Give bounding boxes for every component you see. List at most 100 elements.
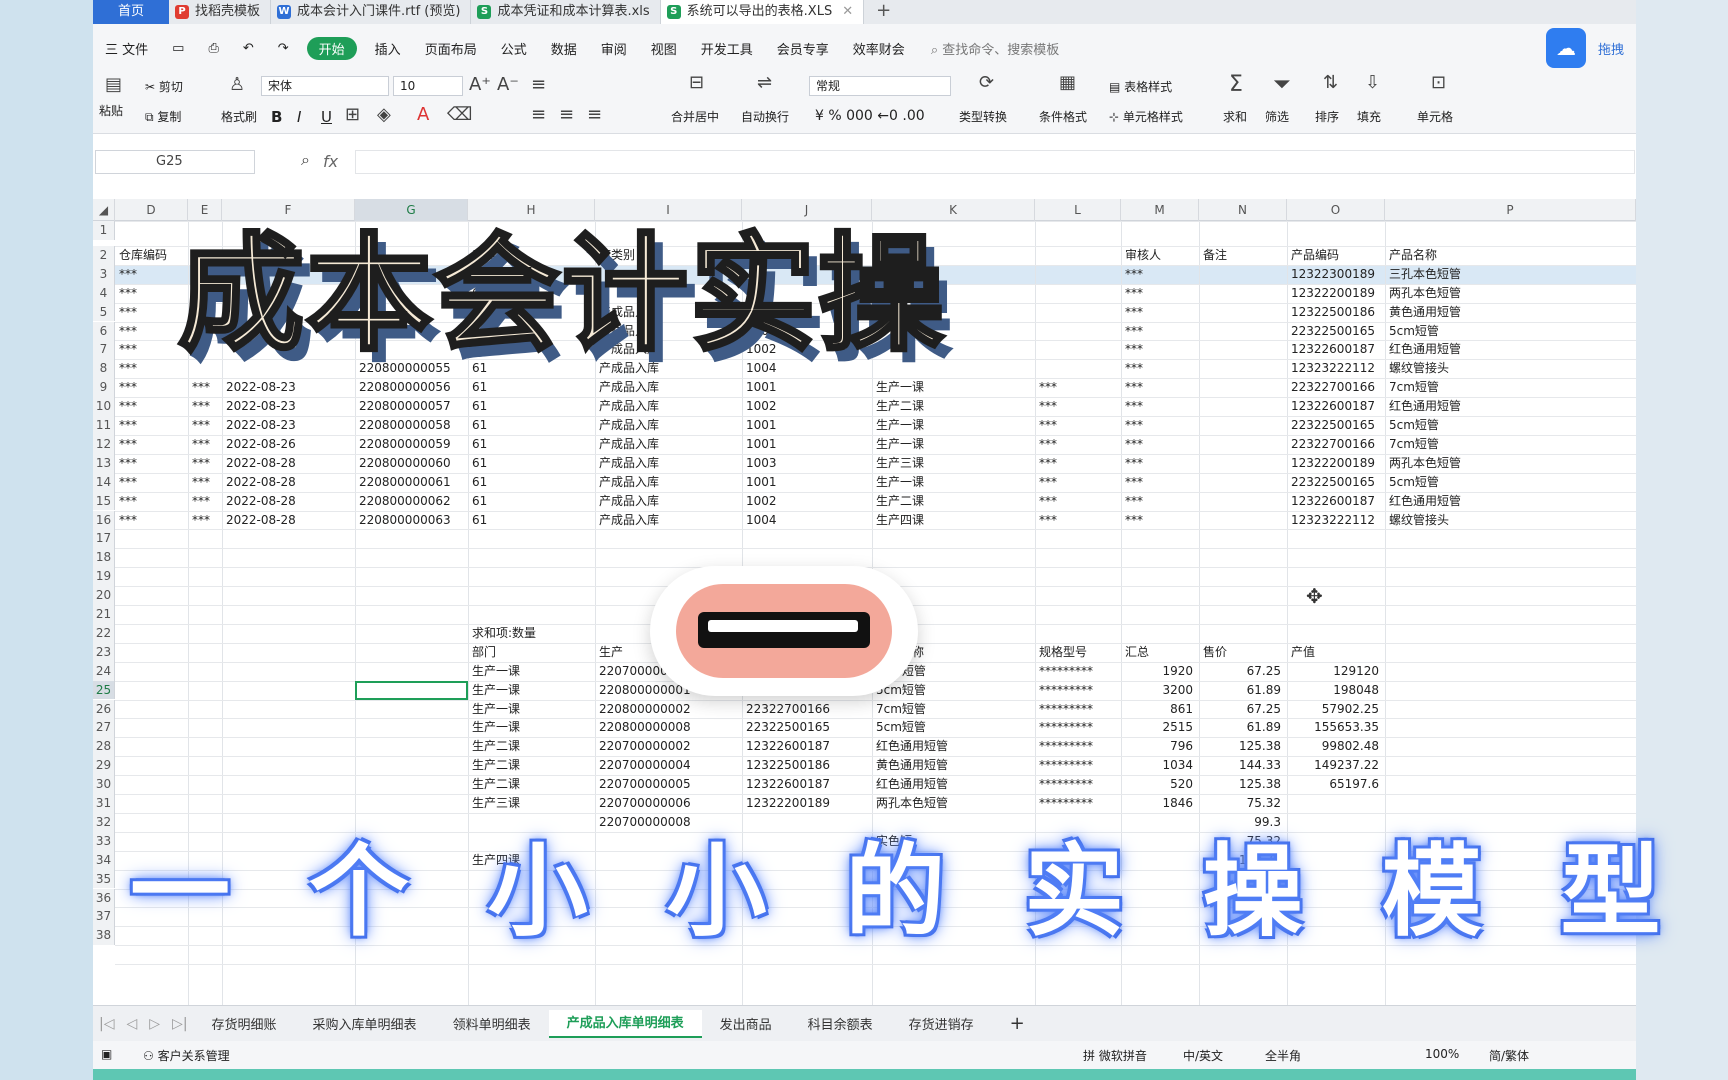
italic-button[interactable]: I xyxy=(297,108,301,126)
pivot-cell[interactable]: 生产一课 xyxy=(468,662,595,681)
data-cell[interactable]: 生产二课 xyxy=(872,492,1035,511)
font-size-select[interactable]: 10 xyxy=(393,76,463,96)
column-header-k[interactable]: K xyxy=(872,199,1035,221)
data-cell[interactable]: *** xyxy=(1121,416,1199,435)
doc-tab-cost-voucher[interactable]: S 成本凭证和成本计算表.xls xyxy=(471,0,661,24)
home-tab[interactable]: 首页 xyxy=(93,0,169,24)
pivot-cell[interactable]: ********* xyxy=(1035,737,1121,756)
lang-toggle[interactable]: 中/英文 xyxy=(1183,1047,1223,1064)
pivot-cell[interactable]: 220800000008 xyxy=(595,718,742,737)
drag-label[interactable]: 拖拽 xyxy=(1586,39,1636,58)
align-center-icon[interactable]: ≡ xyxy=(559,104,574,125)
row-header-3[interactable]: 3 xyxy=(93,264,115,284)
data-cell[interactable]: 22322700166 xyxy=(1287,378,1385,397)
header-cell-m[interactable]: 审核人 xyxy=(1121,246,1199,265)
data-cell[interactable]: *** xyxy=(115,416,188,435)
data-cell[interactable]: *** xyxy=(115,454,188,473)
pivot-cell[interactable]: 220700000005 xyxy=(595,775,742,794)
data-cell[interactable]: *** xyxy=(1035,511,1121,530)
data-cell[interactable]: *** xyxy=(115,473,188,492)
data-cell[interactable]: 生产一课 xyxy=(872,435,1035,454)
pivot-cell[interactable]: 149237.22 xyxy=(1287,756,1385,775)
first-sheet-icon[interactable]: |◁ xyxy=(93,1016,120,1032)
undo-icon[interactable]: ↶ xyxy=(231,41,266,56)
data-cell[interactable]: 22322500165 xyxy=(1287,416,1385,435)
pivot-cell[interactable]: 两孔本色短管 xyxy=(872,794,1035,813)
header-cell-n[interactable]: 备注 xyxy=(1199,246,1287,265)
data-cell[interactable]: *** xyxy=(1035,397,1121,416)
row-header-1[interactable]: 1 xyxy=(93,221,115,240)
filter-icon[interactable]: ⏷ xyxy=(1273,72,1291,97)
row-header-36[interactable]: 36 xyxy=(93,888,115,908)
data-cell[interactable]: 红色通用短管 xyxy=(1385,492,1636,511)
data-cell[interactable]: 220800000058 xyxy=(355,416,468,435)
pivot-cell[interactable]: 144.33 xyxy=(1199,756,1287,775)
column-header-m[interactable]: M xyxy=(1121,199,1199,221)
data-cell[interactable]: 螺纹管接头 xyxy=(1385,511,1636,530)
pivot-cell[interactable]: 99802.48 xyxy=(1287,737,1385,756)
data-cell[interactable]: 12322600187 xyxy=(1287,340,1385,359)
column-header-o[interactable]: O xyxy=(1287,199,1385,221)
column-header-g[interactable]: G xyxy=(355,199,468,221)
pivot-cell[interactable]: 红色通用短管 xyxy=(872,775,1035,794)
conditional-format-icon[interactable]: ▦ xyxy=(1059,72,1076,93)
pivot-header-m[interactable]: 汇总 xyxy=(1121,643,1199,662)
data-cell[interactable]: 22322500165 xyxy=(1287,322,1385,341)
data-cell[interactable]: *** xyxy=(188,454,222,473)
data-cell[interactable]: *** xyxy=(1035,473,1121,492)
pivot-cell[interactable]: 5cm短管 xyxy=(872,718,1035,737)
file-menu[interactable]: 三 文件 xyxy=(93,39,160,58)
data-cell[interactable]: *** xyxy=(188,397,222,416)
brush-icon[interactable]: ♙ xyxy=(229,74,245,95)
eraser-icon[interactable]: ⌫ xyxy=(447,104,472,125)
wrap-icon[interactable]: ⇌ xyxy=(757,72,772,93)
sort-icon[interactable]: ⇅ xyxy=(1323,72,1338,93)
menu-formula[interactable]: 公式 xyxy=(489,39,539,58)
row-header-31[interactable]: 31 xyxy=(93,794,115,813)
row-header-12[interactable]: 12 xyxy=(93,434,115,454)
row-header-11[interactable]: 11 xyxy=(93,416,115,435)
column-header-h[interactable]: H xyxy=(468,199,595,221)
cell-style-button[interactable]: ⊹ 单元格样式 xyxy=(1109,108,1183,125)
paste-button[interactable]: 粘贴 xyxy=(99,102,123,119)
data-cell[interactable]: *** xyxy=(1035,378,1121,397)
fill-icon[interactable]: ⇩ xyxy=(1365,72,1380,93)
pivot-cell[interactable]: 12322200189 xyxy=(742,794,872,813)
header-cell-p[interactable]: 产品名称 xyxy=(1385,246,1636,265)
row-header-28[interactable]: 28 xyxy=(93,737,115,757)
width-toggle[interactable]: 全半角 xyxy=(1265,1047,1301,1064)
pivot-cell[interactable]: ********* xyxy=(1035,794,1121,813)
data-cell[interactable]: 61 xyxy=(468,435,595,454)
new-tab-button[interactable]: + xyxy=(864,0,903,24)
pivot-cell[interactable]: 220700000008 xyxy=(595,813,742,832)
next-sheet-icon[interactable]: ▷ xyxy=(143,1016,166,1032)
data-cell[interactable]: *** xyxy=(1121,340,1199,359)
data-cell[interactable]: 5cm短管 xyxy=(1385,473,1636,492)
row-header-17[interactable]: 17 xyxy=(93,529,115,549)
data-cell[interactable]: 22322500165 xyxy=(1287,473,1385,492)
name-box[interactable]: G25 xyxy=(95,150,255,174)
data-cell[interactable]: *** xyxy=(188,492,222,511)
data-cell[interactable]: 61 xyxy=(468,416,595,435)
pivot-cell[interactable]: 220800000002 xyxy=(595,700,742,719)
pivot-cell[interactable]: 生产二课 xyxy=(468,737,595,756)
pivot-cell[interactable]: 1034 xyxy=(1121,756,1199,775)
data-cell[interactable]: 5cm短管 xyxy=(1385,416,1636,435)
column-header-j[interactable]: J xyxy=(742,199,872,221)
data-cell[interactable]: 产成品入库 xyxy=(595,416,742,435)
data-cell[interactable]: *** xyxy=(115,511,188,530)
increase-font-icon[interactable]: A⁺ xyxy=(469,74,491,95)
row-header-35[interactable]: 35 xyxy=(93,869,115,889)
sort-button[interactable]: 排序 xyxy=(1315,108,1339,125)
pivot-cell[interactable]: 861 xyxy=(1121,700,1199,719)
data-cell[interactable]: *** xyxy=(188,378,222,397)
sum-button[interactable]: 求和 xyxy=(1223,108,1247,125)
data-cell[interactable]: 三孔本色短管 xyxy=(1385,265,1636,284)
data-cell[interactable]: 红色通用短管 xyxy=(1385,397,1636,416)
pivot-cell[interactable]: 生产二课 xyxy=(468,756,595,775)
formula-input[interactable] xyxy=(355,150,1635,174)
format-painter-button[interactable]: 格式刷 xyxy=(221,108,257,125)
row-header-25[interactable]: 25 xyxy=(93,680,115,700)
data-cell[interactable]: 61 xyxy=(468,397,595,416)
data-cell[interactable]: *** xyxy=(1035,435,1121,454)
